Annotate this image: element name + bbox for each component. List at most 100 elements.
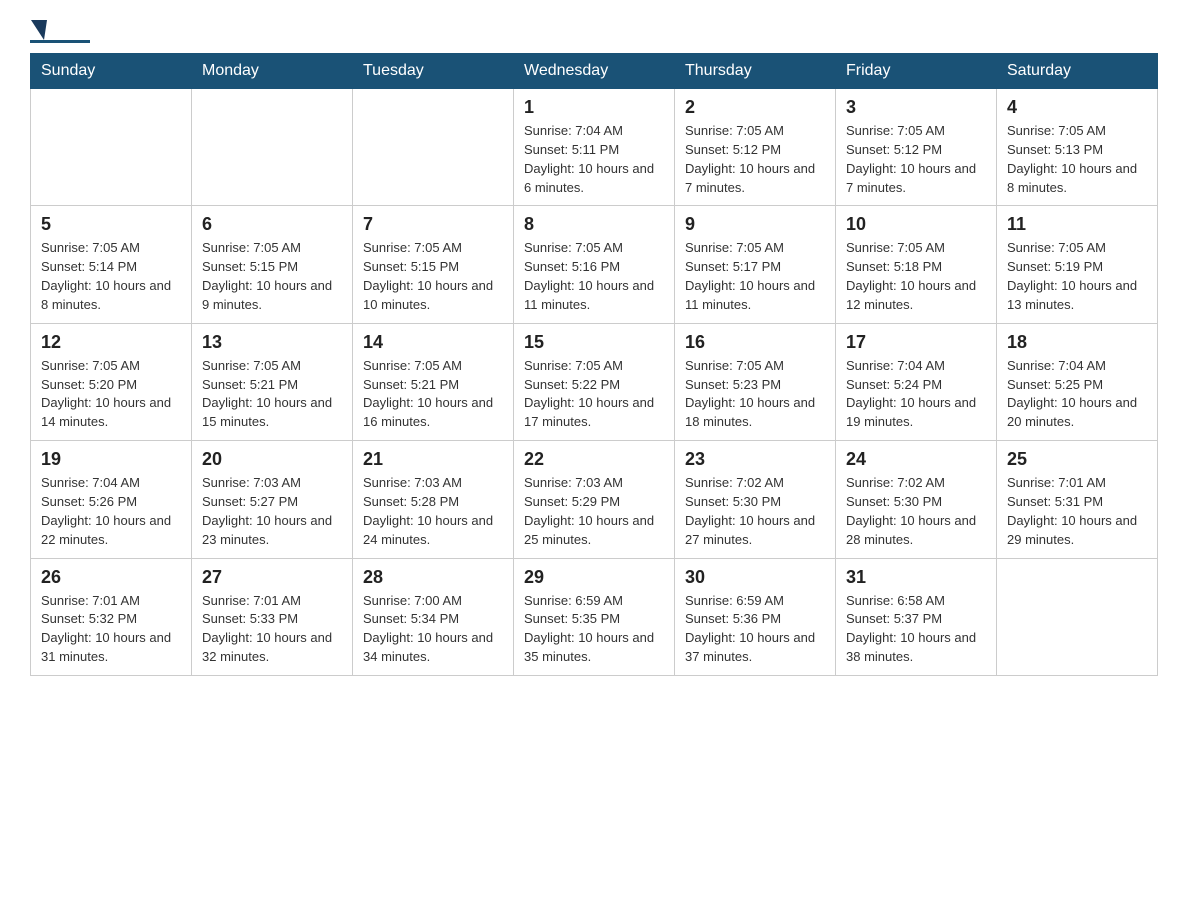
day-number: 6 <box>202 214 342 235</box>
calendar-cell: 21Sunrise: 7:03 AM Sunset: 5:28 PM Dayli… <box>353 441 514 558</box>
calendar-cell: 27 Sunrise: 7:01 AM Sunset: 5:33 PM Dayli… <box>192 558 353 675</box>
day-info: Sunrise: 7:02 AM Sunset: 5:30 PM Dayligh… <box>685 474 825 549</box>
calendar-cell <box>31 89 192 206</box>
day-info: Sunrise: 7:05 AM Sunset: 5:18 PM Dayligh… <box>846 239 986 314</box>
calendar-week-row: 12 Sunrise: 7:05 AM Sunset: 5:20 PM Dayli… <box>31 323 1158 440</box>
calendar-cell: 11Sunrise: 7:05 AM Sunset: 5:19 PM Dayli… <box>997 206 1158 323</box>
day-number: 8 <box>524 214 664 235</box>
day-info: Sunrise: 7:03 AM Sunset: 5:29 PM Dayligh… <box>524 474 664 549</box>
day-of-week-header: Tuesday <box>353 54 514 89</box>
day-number: 16 <box>685 332 825 353</box>
day-info: Sunrise: 7:05 AM Sunset: 5:17 PM Dayligh… <box>685 239 825 314</box>
day-info: Sunrise: 7:03 AM Sunset: 5:27 PM Dayligh… <box>202 474 342 549</box>
calendar-cell: 29 Sunrise: 6:59 AM Sunset: 5:35 PM Dayli… <box>514 558 675 675</box>
day-info: Sunrise: 7:01 AM Sunset: 5:33 PM Dayligh… <box>202 592 342 667</box>
calendar-cell: 12 Sunrise: 7:05 AM Sunset: 5:20 PM Dayli… <box>31 323 192 440</box>
day-number: 10 <box>846 214 986 235</box>
day-info: Sunrise: 7:00 AM Sunset: 5:34 PM Dayligh… <box>363 592 503 667</box>
day-of-week-header: Monday <box>192 54 353 89</box>
page-header <box>30 20 1158 43</box>
day-info: Sunrise: 7:01 AM Sunset: 5:32 PM Dayligh… <box>41 592 181 667</box>
calendar-cell: 3 Sunrise: 7:05 AM Sunset: 5:12 PM Daylig… <box>836 89 997 206</box>
day-number: 21 <box>363 449 503 470</box>
day-number: 27 <box>202 567 342 588</box>
day-number: 15 <box>524 332 664 353</box>
calendar-cell: 26 Sunrise: 7:01 AM Sunset: 5:32 PM Dayli… <box>31 558 192 675</box>
day-info: Sunrise: 7:05 AM Sunset: 5:14 PM Dayligh… <box>41 239 181 314</box>
calendar-cell: 8Sunrise: 7:05 AM Sunset: 5:16 PM Daylig… <box>514 206 675 323</box>
day-number: 12 <box>41 332 181 353</box>
calendar-cell: 1 Sunrise: 7:04 AM Sunset: 5:11 PM Daylig… <box>514 89 675 206</box>
calendar-week-row: 5 Sunrise: 7:05 AM Sunset: 5:14 PM Daylig… <box>31 206 1158 323</box>
day-number: 3 <box>846 97 986 118</box>
calendar-cell: 7Sunrise: 7:05 AM Sunset: 5:15 PM Daylig… <box>353 206 514 323</box>
calendar-cell: 24 Sunrise: 7:02 AM Sunset: 5:30 PM Dayli… <box>836 441 997 558</box>
day-number: 31 <box>846 567 986 588</box>
day-number: 14 <box>363 332 503 353</box>
logo-blue-line <box>30 40 90 43</box>
day-info: Sunrise: 6:59 AM Sunset: 5:36 PM Dayligh… <box>685 592 825 667</box>
day-number: 20 <box>202 449 342 470</box>
calendar-cell <box>353 89 514 206</box>
day-info: Sunrise: 7:05 AM Sunset: 5:15 PM Dayligh… <box>363 239 503 314</box>
day-info: Sunrise: 7:04 AM Sunset: 5:24 PM Dayligh… <box>846 357 986 432</box>
day-number: 11 <box>1007 214 1147 235</box>
day-number: 23 <box>685 449 825 470</box>
calendar-cell: 14 Sunrise: 7:05 AM Sunset: 5:21 PM Dayli… <box>353 323 514 440</box>
calendar-cell: 31 Sunrise: 6:58 AM Sunset: 5:37 PM Dayli… <box>836 558 997 675</box>
day-number: 24 <box>846 449 986 470</box>
calendar-cell: 10 Sunrise: 7:05 AM Sunset: 5:18 PM Dayli… <box>836 206 997 323</box>
day-number: 17 <box>846 332 986 353</box>
day-number: 19 <box>41 449 181 470</box>
day-number: 2 <box>685 97 825 118</box>
calendar-cell: 19 Sunrise: 7:04 AM Sunset: 5:26 PM Dayli… <box>31 441 192 558</box>
calendar-week-row: 19 Sunrise: 7:04 AM Sunset: 5:26 PM Dayli… <box>31 441 1158 558</box>
calendar-cell: 18Sunrise: 7:04 AM Sunset: 5:25 PM Dayli… <box>997 323 1158 440</box>
calendar-header-row: SundayMondayTuesdayWednesdayThursdayFrid… <box>31 54 1158 89</box>
calendar-table: SundayMondayTuesdayWednesdayThursdayFrid… <box>30 53 1158 676</box>
calendar-cell <box>997 558 1158 675</box>
day-of-week-header: Saturday <box>997 54 1158 89</box>
calendar-cell: 30 Sunrise: 6:59 AM Sunset: 5:36 PM Dayli… <box>675 558 836 675</box>
day-info: Sunrise: 7:04 AM Sunset: 5:26 PM Dayligh… <box>41 474 181 549</box>
calendar-cell: 6 Sunrise: 7:05 AM Sunset: 5:15 PM Daylig… <box>192 206 353 323</box>
day-info: Sunrise: 6:59 AM Sunset: 5:35 PM Dayligh… <box>524 592 664 667</box>
day-info: Sunrise: 7:05 AM Sunset: 5:12 PM Dayligh… <box>846 122 986 197</box>
day-number: 25 <box>1007 449 1147 470</box>
day-number: 9 <box>685 214 825 235</box>
calendar-week-row: 1 Sunrise: 7:04 AM Sunset: 5:11 PM Daylig… <box>31 89 1158 206</box>
day-info: Sunrise: 7:01 AM Sunset: 5:31 PM Dayligh… <box>1007 474 1147 549</box>
calendar-cell: 25 Sunrise: 7:01 AM Sunset: 5:31 PM Dayli… <box>997 441 1158 558</box>
calendar-cell: 28Sunrise: 7:00 AM Sunset: 5:34 PM Dayli… <box>353 558 514 675</box>
calendar-cell: 9 Sunrise: 7:05 AM Sunset: 5:17 PM Daylig… <box>675 206 836 323</box>
day-info: Sunrise: 7:05 AM Sunset: 5:20 PM Dayligh… <box>41 357 181 432</box>
day-info: Sunrise: 7:02 AM Sunset: 5:30 PM Dayligh… <box>846 474 986 549</box>
day-number: 30 <box>685 567 825 588</box>
day-number: 1 <box>524 97 664 118</box>
day-info: Sunrise: 7:05 AM Sunset: 5:22 PM Dayligh… <box>524 357 664 432</box>
day-of-week-header: Friday <box>836 54 997 89</box>
day-number: 5 <box>41 214 181 235</box>
calendar-cell: 4Sunrise: 7:05 AM Sunset: 5:13 PM Daylig… <box>997 89 1158 206</box>
calendar-cell: 13Sunrise: 7:05 AM Sunset: 5:21 PM Dayli… <box>192 323 353 440</box>
day-number: 18 <box>1007 332 1147 353</box>
day-info: Sunrise: 7:05 AM Sunset: 5:21 PM Dayligh… <box>363 357 503 432</box>
day-number: 22 <box>524 449 664 470</box>
day-info: Sunrise: 7:05 AM Sunset: 5:23 PM Dayligh… <box>685 357 825 432</box>
day-info: Sunrise: 7:05 AM Sunset: 5:13 PM Dayligh… <box>1007 122 1147 197</box>
day-of-week-header: Wednesday <box>514 54 675 89</box>
day-info: Sunrise: 6:58 AM Sunset: 5:37 PM Dayligh… <box>846 592 986 667</box>
day-number: 26 <box>41 567 181 588</box>
logo <box>30 20 94 43</box>
day-info: Sunrise: 7:05 AM Sunset: 5:12 PM Dayligh… <box>685 122 825 197</box>
day-number: 13 <box>202 332 342 353</box>
calendar-cell: 5 Sunrise: 7:05 AM Sunset: 5:14 PM Daylig… <box>31 206 192 323</box>
day-number: 29 <box>524 567 664 588</box>
day-info: Sunrise: 7:04 AM Sunset: 5:11 PM Dayligh… <box>524 122 664 197</box>
day-of-week-header: Sunday <box>31 54 192 89</box>
calendar-cell: 22 Sunrise: 7:03 AM Sunset: 5:29 PM Dayli… <box>514 441 675 558</box>
calendar-week-row: 26 Sunrise: 7:01 AM Sunset: 5:32 PM Dayli… <box>31 558 1158 675</box>
day-info: Sunrise: 7:05 AM Sunset: 5:15 PM Dayligh… <box>202 239 342 314</box>
logo-triangle-icon <box>31 20 47 40</box>
calendar-cell: 20 Sunrise: 7:03 AM Sunset: 5:27 PM Dayli… <box>192 441 353 558</box>
